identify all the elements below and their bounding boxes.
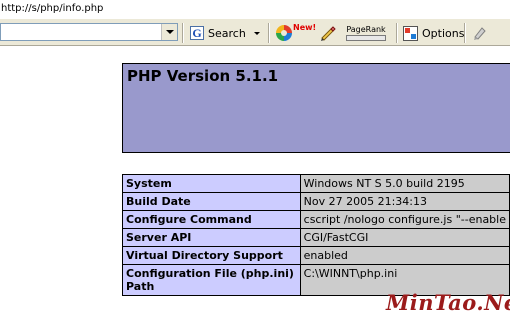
php-header-box: PHP Version 5.1.1 [122, 63, 510, 153]
table-row: Configure Command cscript /nologo config… [122, 210, 510, 229]
pencil-button[interactable] [320, 23, 336, 43]
row-label: Build Date [122, 192, 301, 211]
row-value: Windows NT S 5.0 build 2195 [299, 174, 510, 193]
row-value: cscript /nologo configure.js "--enable [299, 210, 510, 229]
row-label: Configuration File (php.ini) Path [122, 264, 301, 296]
table-row: Virtual Directory Support enabled [122, 246, 510, 265]
row-label: Configure Command [122, 210, 301, 229]
row-value: Nov 27 2005 21:34:13 [299, 192, 510, 211]
search-dropdown-icon[interactable] [253, 31, 260, 35]
toolbar-separator [396, 23, 398, 43]
search-label: Search [208, 26, 246, 40]
options-button[interactable]: Options [403, 23, 464, 43]
pagerank-label: PageRank [346, 25, 386, 34]
toolbar-separator [464, 23, 466, 43]
toolbar-separator [182, 23, 184, 43]
toolbar: G Search New! PageRank Options [0, 18, 510, 46]
pagerank-indicator[interactable]: PageRank [344, 23, 386, 43]
highlighter-button[interactable] [472, 23, 488, 43]
page-title: PHP Version 5.1.1 [127, 67, 279, 85]
new-badge: New! [293, 22, 317, 32]
swirl-icon [276, 25, 292, 41]
address-text[interactable]: http://s/php/info.php [0, 0, 510, 18]
table-row: System Windows NT S 5.0 build 2195 [122, 174, 510, 193]
options-label: Options [422, 26, 465, 40]
google-search-button[interactable]: G Search [190, 23, 260, 43]
new-features-button[interactable]: New! [276, 23, 316, 43]
row-label: Server API [122, 228, 301, 247]
highlighter-icon [474, 27, 486, 40]
watermark-text: MinTao.Net [386, 290, 510, 315]
row-value: enabled [299, 246, 510, 265]
search-combobox[interactable] [0, 23, 178, 41]
row-label: Virtual Directory Support [122, 246, 301, 265]
row-label: System [122, 174, 301, 193]
table-row: Server API CGI/FastCGI [122, 228, 510, 247]
toolbar-separator [268, 23, 270, 43]
options-icon [403, 25, 418, 41]
table-row: Build Date Nov 27 2005 21:34:13 [122, 192, 510, 211]
pencil-icon [321, 26, 336, 41]
php-info-table: System Windows NT S 5.0 build 2195 Build… [122, 174, 510, 296]
google-g-icon: G [190, 26, 204, 40]
row-value: CGI/FastCGI [299, 228, 510, 247]
dropdown-icon[interactable] [161, 24, 177, 40]
pagerank-bar [346, 35, 386, 41]
